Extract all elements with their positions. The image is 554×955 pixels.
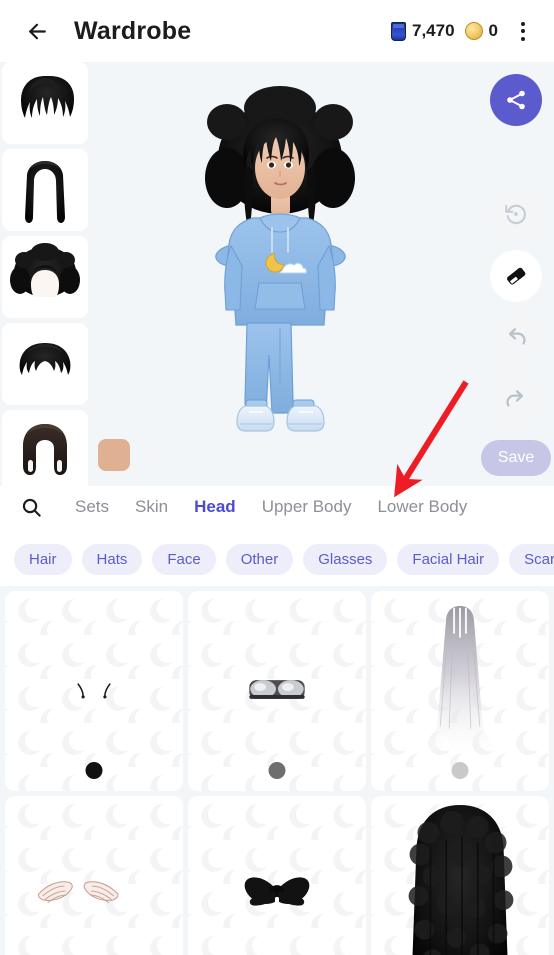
gem-balance-value: 7,470 — [411, 21, 455, 40]
grid-item-curly-hair[interactable] — [371, 796, 549, 955]
chip-face[interactable]: Face — [152, 543, 216, 575]
kebab-dot — [521, 36, 525, 41]
hair-thumb-3[interactable] — [2, 236, 88, 318]
chip-hair[interactable]: Hair — [14, 543, 72, 575]
hair-thumb-5[interactable] — [2, 410, 88, 486]
gem-balance[interactable]: 7,470 — [390, 21, 455, 41]
search-button[interactable] — [0, 486, 62, 528]
tab-head[interactable]: Head — [181, 497, 249, 517]
reset-button[interactable] — [490, 188, 542, 240]
save-button[interactable]: Save — [481, 440, 551, 476]
curly-volume-hair-art — [10, 243, 80, 297]
reset-history-icon — [505, 204, 526, 225]
shaggy-hair-art — [21, 76, 74, 118]
gold-coin-icon — [464, 22, 483, 40]
goggles-art — [188, 591, 366, 791]
fairy-wings-art — [5, 796, 183, 955]
page-title: Wardrobe — [74, 16, 192, 45]
tab-sets[interactable]: Sets — [62, 497, 122, 517]
grid-item-bow[interactable] — [188, 796, 366, 955]
kebab-dot — [521, 21, 525, 26]
kebab-menu-icon[interactable] — [506, 12, 540, 50]
subcategory-chip-bar[interactable]: Hair Hats Face Other Glasses Facial Hair… — [0, 536, 554, 582]
hair-thumb-4[interactable] — [2, 323, 88, 405]
gem-jar-icon — [390, 21, 406, 41]
short-layered-hair-art — [19, 343, 71, 375]
grid-item-wings[interactable] — [5, 796, 183, 955]
category-tab-bar: Sets Skin Head Upper Body Lower Body — [0, 486, 554, 528]
avatar-stage: Save — [0, 62, 554, 486]
hair-thumbnail-rail — [2, 62, 88, 486]
skin-tone-swatch[interactable] — [98, 439, 130, 471]
search-icon — [22, 498, 41, 517]
tool-column: Save — [481, 74, 551, 476]
color-swatch[interactable] — [85, 762, 103, 779]
grid-item-goggles[interactable] — [188, 591, 366, 791]
color-swatch[interactable] — [268, 762, 286, 779]
long-straight-hair-art — [25, 161, 65, 223]
app-header: Wardrobe 7,470 0 — [0, 0, 554, 62]
undo-arrow-icon — [508, 328, 526, 345]
eraser-button[interactable] — [490, 250, 542, 302]
chip-scarves[interactable]: Scarves — [509, 543, 554, 575]
kebab-dot — [521, 29, 525, 33]
redo-button[interactable] — [490, 374, 542, 426]
tab-skin[interactable]: Skin — [122, 497, 181, 517]
hair-thumb-1[interactable] — [2, 62, 88, 144]
shoe-left-art — [236, 405, 275, 432]
curly-black-hair-art — [371, 796, 549, 955]
wardrobe-screen: Wardrobe 7,470 0 Save Sets Skin Head Upp… — [0, 0, 554, 955]
coin-balance-value: 0 — [488, 21, 498, 40]
chip-other[interactable]: Other — [225, 543, 294, 575]
grid-item-long-hair[interactable] — [371, 591, 549, 791]
eyebrows-art — [5, 591, 183, 791]
color-swatch[interactable] — [451, 762, 469, 779]
chip-glasses[interactable]: Glasses — [303, 543, 388, 575]
share-button[interactable] — [490, 74, 542, 126]
long-silver-hair-art — [371, 591, 549, 791]
bob-hair-art — [23, 424, 67, 475]
coin-balance[interactable]: 0 — [464, 21, 498, 41]
tab-lower-body[interactable]: Lower Body — [364, 497, 480, 517]
chip-hats[interactable]: Hats — [81, 543, 143, 575]
share-icon — [507, 90, 525, 110]
item-grid — [0, 586, 554, 955]
eraser-icon — [507, 267, 526, 285]
back-button[interactable] — [18, 12, 56, 50]
avatar-art — [205, 86, 355, 432]
redo-arrow-icon — [506, 390, 524, 407]
grid-item-eyebrows[interactable] — [5, 591, 183, 791]
tab-upper-body[interactable]: Upper Body — [249, 497, 365, 517]
hair-thumb-2[interactable] — [2, 149, 88, 231]
shoe-right-art — [286, 405, 325, 432]
arrow-left-icon — [28, 23, 46, 39]
undo-button[interactable] — [490, 312, 542, 364]
black-bow-art — [188, 796, 366, 955]
chip-facial-hair[interactable]: Facial Hair — [397, 543, 500, 575]
avatar-preview[interactable] — [183, 70, 378, 480]
